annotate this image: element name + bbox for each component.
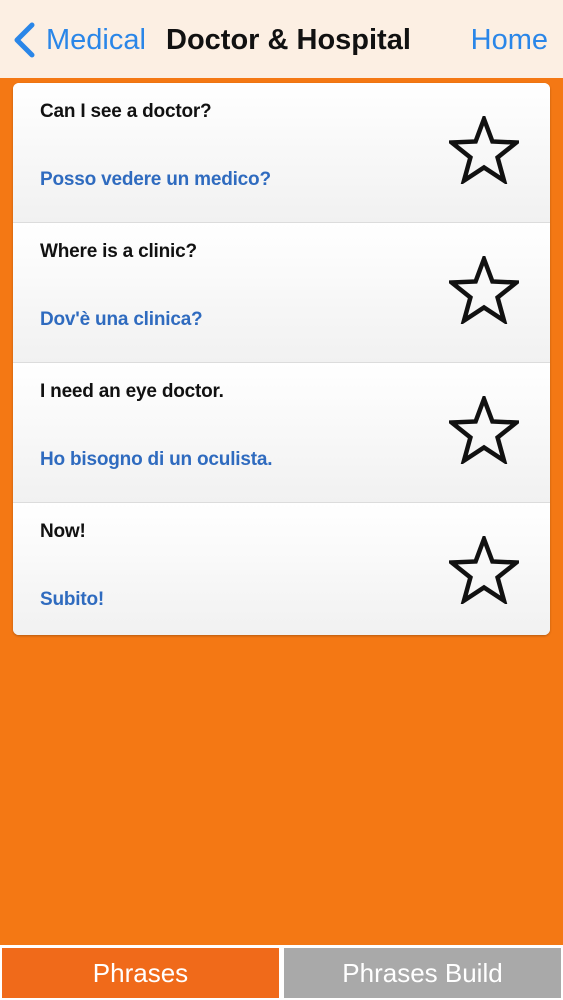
phrase-english: Now! xyxy=(40,521,86,542)
star-icon[interactable] xyxy=(449,256,519,324)
page-title: Doctor & Hospital xyxy=(166,24,411,56)
phrase-english: I need an eye doctor. xyxy=(40,381,224,402)
phrase-italian: Subito! xyxy=(40,589,105,610)
star-icon[interactable] xyxy=(449,396,519,464)
phrase-row[interactable]: Can I see a doctor? Posso vedere un medi… xyxy=(13,83,550,223)
phrase-english: Where is a clinic? xyxy=(40,241,197,262)
back-button-label: Medical xyxy=(46,24,146,56)
phrase-row[interactable]: I need an eye doctor. Ho bisogno di un o… xyxy=(13,363,550,503)
phrase-italian: Ho bisogno di un oculista. xyxy=(40,449,273,470)
tab-bar: Phrases Phrases Build xyxy=(0,945,563,1000)
phrase-row[interactable]: Where is a clinic? Dov'è una clinica? xyxy=(13,223,550,363)
phrase-row[interactable]: Now! Subito! xyxy=(13,503,550,635)
back-button[interactable]: Medical xyxy=(12,20,146,60)
tab-phrases-build[interactable]: Phrases Build xyxy=(284,948,561,998)
star-icon[interactable] xyxy=(449,116,519,184)
chevron-left-icon xyxy=(14,22,35,58)
phrase-list: Can I see a doctor? Posso vedere un medi… xyxy=(13,83,550,635)
home-button[interactable]: Home xyxy=(471,20,548,60)
star-icon[interactable] xyxy=(449,536,519,604)
phrase-english: Can I see a doctor? xyxy=(40,101,212,122)
navigation-bar: Medical Doctor & Hospital Home xyxy=(0,0,563,78)
phrase-italian: Dov'è una clinica? xyxy=(40,309,203,330)
tab-phrases[interactable]: Phrases xyxy=(2,948,279,998)
phrase-italian: Posso vedere un medico? xyxy=(40,169,271,190)
